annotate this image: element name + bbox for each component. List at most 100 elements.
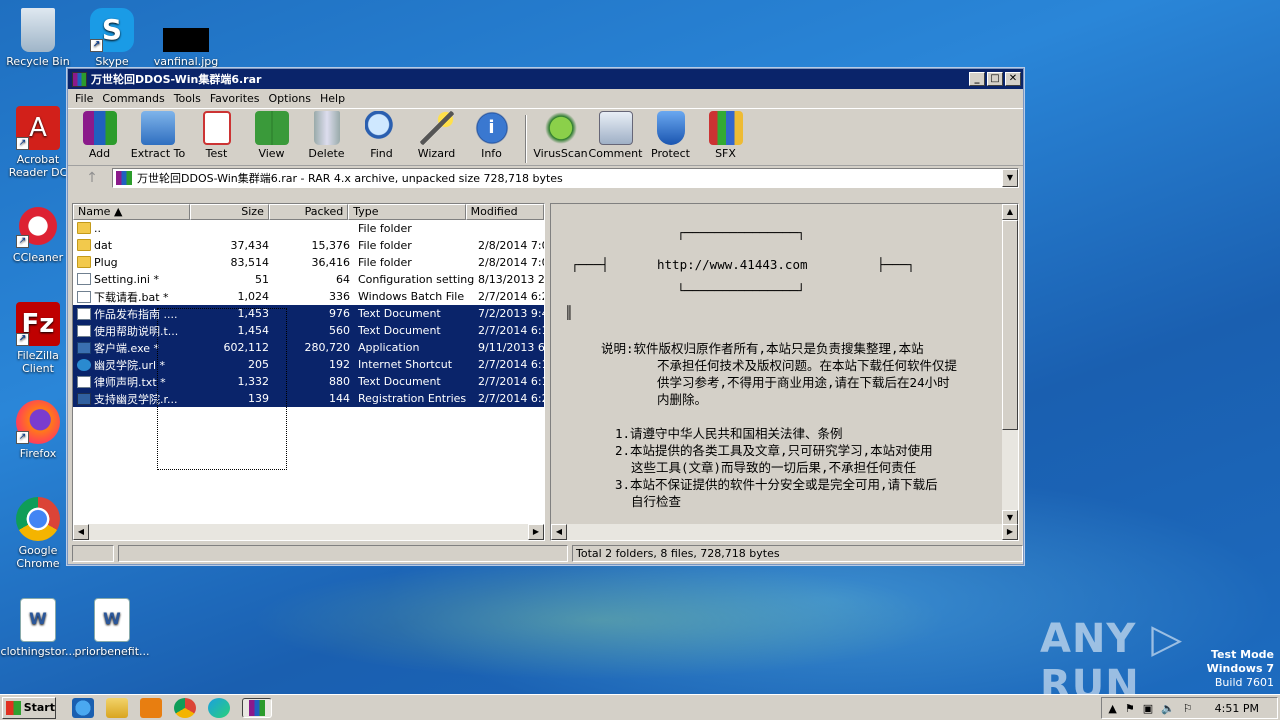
notice-line-2: 不承担任何技术及版权问题。在本站下载任何软件仅提	[657, 358, 958, 373]
file-packed-cell: 336	[329, 290, 350, 303]
menu-commands[interactable]: Commands	[99, 92, 170, 105]
window-titlebar[interactable]: 万世轮回DDOS-Win集群端6.rar _ □ ✕	[68, 69, 1023, 89]
toolbar-separator	[525, 115, 527, 163]
address-dropdown-button[interactable]: ▼	[1002, 169, 1018, 187]
action-center-icon[interactable]: ⚑	[1125, 702, 1135, 715]
file-row[interactable]: .. File folder	[73, 220, 544, 237]
file-modified-cell: 2/8/2014 7:05	[478, 239, 544, 252]
menu-help[interactable]: Help	[317, 92, 351, 105]
explorer-taskbar-icon[interactable]	[106, 697, 128, 718]
winrar-taskbar-button[interactable]	[242, 697, 272, 718]
comment-button[interactable]: Comment	[588, 111, 643, 160]
extract-folder-icon	[141, 111, 175, 145]
file-type-cell: Text Document	[358, 375, 441, 388]
close-button[interactable]: ✕	[1005, 72, 1021, 86]
chrome-taskbar-icon[interactable]	[174, 697, 196, 718]
file-row[interactable]: 使用帮助说明.t... 1,454 560 Text Document 2/7/2014…	[73, 322, 544, 339]
file-row[interactable]: Plug 83,514 36,416 File folder 2/8/2014 7:05	[73, 254, 544, 271]
desktop-icon-chrome[interactable]: Google Chrome	[0, 497, 76, 570]
media-player-taskbar-icon[interactable]	[140, 697, 162, 718]
ccleaner-icon: ↗	[16, 204, 60, 248]
scroll-up-button[interactable]: ▲	[1002, 204, 1018, 220]
column-packed[interactable]: Packed	[268, 204, 349, 220]
flag-icon[interactable]: ⚐	[1183, 702, 1193, 715]
menu-favorites[interactable]: Favorites	[207, 92, 266, 105]
preview-vscrollbar[interactable]: ▲ ▼	[1002, 204, 1018, 526]
test-button[interactable]: Test	[189, 111, 244, 160]
column-type[interactable]: Type	[348, 204, 466, 220]
file-size-cell: 1,454	[237, 324, 270, 337]
virusscan-button[interactable]: VirusScan	[533, 111, 588, 160]
archive-comment-pane[interactable]: ┌───────────────┐ http://www.41443.com ┌…	[550, 203, 1019, 541]
start-button[interactable]: Start	[2, 696, 56, 719]
file-list-hscrollbar[interactable]: ◀ ▶	[73, 524, 544, 540]
desktop-icon-firefox[interactable]: ↗ Firefox	[0, 400, 76, 460]
desktop-icon-filezilla[interactable]: Fz ↗ FileZilla Client	[0, 302, 76, 375]
desktop-icon-skype[interactable]: S ↗ Skype	[74, 8, 150, 68]
toolbar: Add Extract To Test View Delete Find Wiz…	[68, 108, 1023, 166]
file-size-cell: 139	[248, 392, 269, 405]
file-row[interactable]: 下载请看.bat * 1,024 336 Windows Batch File 2/7/…	[73, 288, 544, 305]
up-folder-button[interactable]: ↑	[72, 170, 112, 186]
file-rows: .. File folder dat 37,434 15,376 File folder 2…	[73, 220, 544, 407]
desktop-icon-clothingstor[interactable]: W clothingstor...	[0, 598, 76, 658]
scroll-right-button[interactable]: ▶	[528, 524, 544, 540]
file-modified-cell: 2/7/2014 6:19	[478, 324, 544, 337]
clock[interactable]: 4:51 PM	[1215, 702, 1259, 715]
scroll-left-button[interactable]: ◀	[551, 524, 567, 540]
file-type-cell: File folder	[358, 222, 412, 235]
winrar-window[interactable]: 万世轮回DDOS-Win集群端6.rar _ □ ✕ File Commands…	[67, 68, 1024, 565]
find-button[interactable]: Find	[354, 111, 409, 160]
wizard-button[interactable]: Wizard	[409, 111, 464, 160]
file-name-cell: 支持幽灵学院.r...	[73, 391, 193, 407]
preview-scroll-thumb[interactable]	[1002, 220, 1018, 430]
menu-options[interactable]: Options	[266, 92, 317, 105]
column-name[interactable]: Name ▲	[73, 204, 191, 220]
minimize-button[interactable]: _	[969, 72, 985, 86]
file-modified-cell: 9/11/2013 6:1	[478, 341, 544, 354]
file-packed-cell: 64	[336, 273, 350, 286]
file-name-cell: Setting.ini *	[73, 273, 193, 286]
menu-tools[interactable]: Tools	[171, 92, 207, 105]
file-name-cell: 作品发布指南 ....	[73, 306, 193, 322]
scroll-right-button[interactable]: ▶	[1002, 524, 1018, 540]
protect-button[interactable]: Protect	[643, 111, 698, 160]
comment-url: http://www.41443.com	[657, 257, 808, 272]
sfx-button[interactable]: SFX	[698, 111, 753, 160]
file-row[interactable]: dat 37,434 15,376 File folder 2/8/2014 7:05	[73, 237, 544, 254]
file-name-cell: 下载请看.bat *	[73, 289, 193, 305]
volume-icon[interactable]: 🔈	[1161, 702, 1175, 715]
ie-taskbar-icon[interactable]	[72, 697, 94, 718]
file-row[interactable]: 客户端.exe * 602,112 280,720 Application 9/11/2…	[73, 339, 544, 356]
file-row[interactable]: 幽灵学院.url * 205 192 Internet Shortcut 2/7/201…	[73, 356, 544, 373]
column-modified[interactable]: Modified	[465, 204, 544, 220]
scroll-left-button[interactable]: ◀	[73, 524, 89, 540]
archive-path-field[interactable]: 万世轮回DDOS-Win集群端6.rar - RAR 4.x archive, …	[112, 168, 1019, 188]
file-list[interactable]: Name ▲ Size Packed Type Modified .. File …	[72, 203, 545, 541]
desktop-icon-priorbenefit[interactable]: W priorbenefit...	[74, 598, 150, 658]
rule-line-3: 这些工具(文章)而导致的一切后果,不承担任何责任	[631, 460, 917, 475]
desktop-icon-ccleaner[interactable]: ↗ CCleaner	[0, 204, 76, 264]
delete-button[interactable]: Delete	[299, 111, 354, 160]
desktop-icon-acrobat[interactable]: A ↗ Acrobat Reader DC	[0, 106, 76, 179]
column-size[interactable]: Size	[190, 204, 269, 220]
network-icon[interactable]: ▣	[1143, 702, 1153, 715]
view-button[interactable]: View	[244, 111, 299, 160]
word-document-icon: W	[94, 598, 130, 642]
info-button[interactable]: i Info	[464, 111, 519, 160]
preview-hscrollbar[interactable]: ◀ ▶	[551, 524, 1018, 540]
extract-to-button[interactable]: Extract To	[127, 111, 189, 160]
add-button[interactable]: Add	[72, 111, 127, 160]
menu-file[interactable]: File	[72, 92, 99, 105]
file-row[interactable]: 作品发布指南 .... 1,453 976 Text Document 7/2/2013…	[73, 305, 544, 322]
maximize-button[interactable]: □	[987, 72, 1003, 86]
show-hidden-icons-button[interactable]: ▲	[1108, 702, 1116, 715]
file-row[interactable]: 支持幽灵学院.r... 139 144 Registration Entries 2/7…	[73, 390, 544, 407]
notice-line-3: 供学习参考,不得用于商业用途,请在下载后在24小时	[657, 375, 950, 390]
file-row[interactable]: Setting.ini * 51 64 Configuration settings 8…	[73, 271, 544, 288]
desktop-icon-vanfinal[interactable]: vanfinal.jpg	[148, 8, 224, 68]
window-title: 万世轮回DDOS-Win集群端6.rar	[91, 73, 262, 86]
edge-taskbar-icon[interactable]	[208, 697, 230, 718]
file-row[interactable]: 律师声明.txt * 1,332 880 Text Document 2/7/2014 …	[73, 373, 544, 390]
desktop-icon-recycle-bin[interactable]: Recycle Bin	[0, 8, 76, 68]
